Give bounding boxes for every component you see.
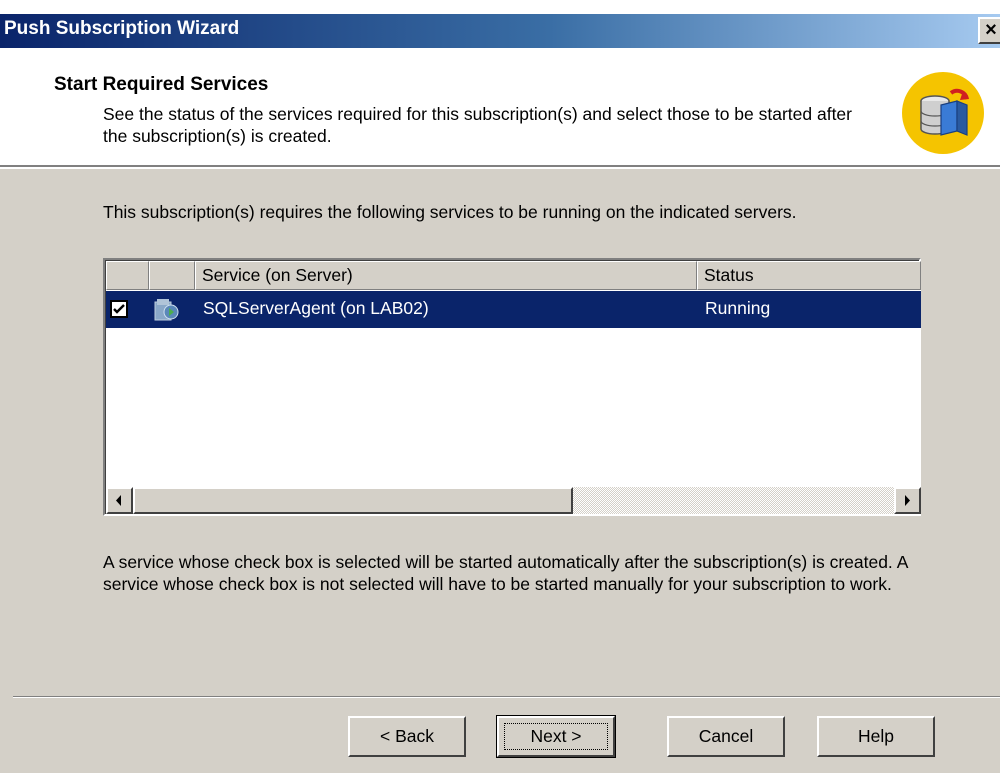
cancel-button[interactable]: Cancel (667, 716, 785, 757)
close-button[interactable]: × (978, 17, 1000, 44)
note-text: A service whose check box is selected wi… (103, 552, 908, 594)
column-header-service[interactable]: Service (on Server) (195, 261, 697, 290)
arrow-left-icon (116, 495, 121, 506)
scroll-right-button[interactable] (894, 487, 921, 514)
page-title: Start Required Services (54, 74, 269, 95)
column-header-status[interactable]: Status (697, 261, 921, 290)
help-button[interactable]: Help (817, 716, 935, 757)
service-status: Running (705, 298, 771, 318)
service-checkbox[interactable] (110, 300, 128, 318)
close-icon: × (985, 19, 997, 41)
wizard-header: Start Required Services See the status o… (0, 48, 1000, 169)
button-separator (13, 696, 1000, 698)
scroll-left-button[interactable] (106, 487, 133, 514)
checkmark-icon (113, 304, 125, 314)
arrow-right-icon (905, 495, 910, 506)
horizontal-scrollbar[interactable] (106, 487, 921, 514)
service-row[interactable]: SQLServerAgent (on LAB02) Running (106, 291, 921, 328)
service-name: SQLServerAgent (on LAB02) (203, 298, 429, 318)
column-header-icon[interactable] (149, 261, 195, 290)
title-bar[interactable]: Push Subscription Wizard × (0, 14, 1000, 48)
next-button[interactable]: Next > (496, 715, 616, 758)
service-icon (154, 299, 179, 321)
cropped-page-text (0, 0, 1000, 14)
wizard-dialog: Push Subscription Wizard × Start Require… (0, 14, 1000, 773)
back-button[interactable]: < Back (348, 716, 466, 757)
scroll-thumb[interactable] (133, 487, 573, 514)
scroll-track[interactable] (573, 487, 894, 514)
column-header-check[interactable] (106, 261, 149, 290)
focus-rect (504, 723, 608, 750)
intro-text: This subscription(s) requires the follow… (103, 202, 797, 222)
database-wizard-icon (902, 72, 984, 154)
services-list[interactable]: Service (on Server) Status SQLServerAgen… (103, 258, 921, 516)
window-title: Push Subscription Wizard (4, 18, 240, 39)
page-description: See the status of the services required … (103, 104, 852, 146)
